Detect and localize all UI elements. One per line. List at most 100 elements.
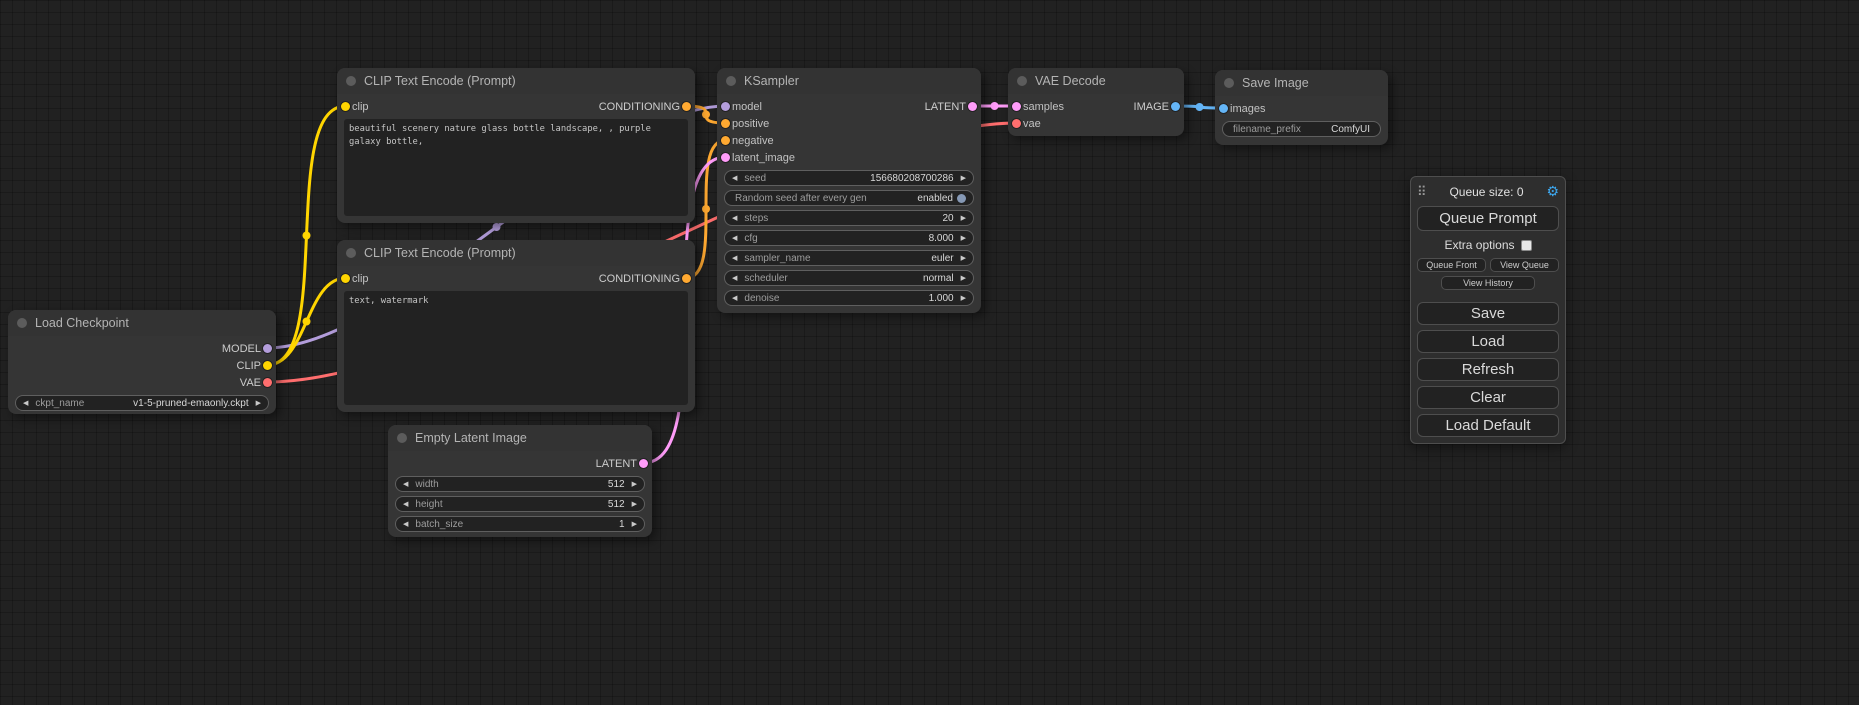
settings-gear-icon[interactable]: ⚙: [1546, 183, 1559, 200]
widget-batch-size[interactable]: ◀ batch_size 1 ▶: [395, 516, 645, 532]
input-port-samples[interactable]: [1012, 102, 1021, 111]
input-port-latent-image[interactable]: [721, 153, 730, 162]
node-ksampler[interactable]: KSampler model LATENT positive negative …: [717, 68, 981, 313]
positive-prompt-textarea[interactable]: beautiful scenery nature glass bottle la…: [344, 119, 688, 216]
node-title-bar[interactable]: VAE Decode: [1008, 68, 1184, 94]
decrement-arrow-icon[interactable]: ◀: [403, 501, 408, 508]
link-midpoint-dot: [303, 318, 311, 326]
increment-arrow-icon[interactable]: ▶: [256, 400, 261, 407]
extra-options-checkbox[interactable]: [1521, 240, 1532, 251]
negative-prompt-textarea[interactable]: text, watermark: [344, 291, 688, 405]
input-port-positive[interactable]: [721, 119, 730, 128]
widget-filename-prefix[interactable]: filename_prefix ComfyUI: [1222, 121, 1381, 137]
widget-width[interactable]: ◀ width 512 ▶: [395, 476, 645, 492]
node-title: Empty Latent Image: [415, 431, 527, 445]
widget-ckpt-name[interactable]: ◀ ckpt_name v1-5-pruned-emaonly.ckpt ▶: [15, 395, 269, 411]
link-midpoint-dot: [493, 223, 501, 231]
decrement-arrow-icon[interactable]: ◀: [732, 275, 737, 282]
widget-cfg[interactable]: ◀ cfg 8.000 ▶: [724, 230, 974, 246]
increment-arrow-icon[interactable]: ▶: [961, 275, 966, 282]
node-load-checkpoint[interactable]: Load Checkpoint MODEL CLIP VAE ◀ ckpt_na…: [8, 310, 276, 414]
decrement-arrow-icon[interactable]: ◀: [23, 400, 28, 407]
port-row: clip CONDITIONING: [337, 270, 695, 287]
widget-sampler-name[interactable]: ◀ sampler_name euler ▶: [724, 250, 974, 266]
output-port-latent[interactable]: [639, 459, 648, 468]
widget-seed[interactable]: ◀ seed 156680208700286 ▶: [724, 170, 974, 186]
increment-arrow-icon[interactable]: ▶: [961, 215, 966, 222]
increment-arrow-icon[interactable]: ▶: [632, 481, 637, 488]
increment-arrow-icon[interactable]: ▶: [961, 235, 966, 242]
decrement-arrow-icon[interactable]: ◀: [732, 255, 737, 262]
port-row: LATENT: [388, 455, 652, 472]
decrement-arrow-icon[interactable]: ◀: [732, 295, 737, 302]
output-port-model[interactable]: [263, 344, 272, 353]
input-port-clip[interactable]: [341, 102, 350, 111]
queue-buttons-row: Queue Front View Queue: [1417, 258, 1559, 272]
port-row: latent_image: [717, 149, 981, 166]
node-empty-latent-image[interactable]: Empty Latent Image LATENT ◀ width 512 ▶ …: [388, 425, 652, 537]
output-port-clip[interactable]: [263, 361, 272, 370]
node-title-bar[interactable]: CLIP Text Encode (Prompt): [337, 240, 695, 266]
increment-arrow-icon[interactable]: ▶: [632, 521, 637, 528]
port-row: model LATENT: [717, 98, 981, 115]
menu-drag-handle-icon[interactable]: ⠿: [1417, 184, 1427, 200]
collapse-dot-icon[interactable]: [397, 433, 407, 443]
decrement-arrow-icon[interactable]: ◀: [732, 215, 737, 222]
input-label-negative: negative: [732, 135, 774, 147]
node-clip-text-encode-positive[interactable]: CLIP Text Encode (Prompt) clip CONDITION…: [337, 68, 695, 223]
collapse-dot-icon[interactable]: [346, 76, 356, 86]
node-vae-decode[interactable]: VAE Decode samples IMAGE vae: [1008, 68, 1184, 136]
queue-front-button[interactable]: Queue Front: [1417, 258, 1486, 272]
collapse-dot-icon[interactable]: [1017, 76, 1027, 86]
widget-steps[interactable]: ◀ steps 20 ▶: [724, 210, 974, 226]
link-midpoint-dot: [991, 102, 999, 110]
node-title-bar[interactable]: Save Image: [1215, 70, 1388, 96]
clear-button[interactable]: Clear: [1417, 386, 1559, 409]
output-port-image[interactable]: [1171, 102, 1180, 111]
collapse-dot-icon[interactable]: [346, 248, 356, 258]
collapse-dot-icon[interactable]: [17, 318, 27, 328]
node-title-bar[interactable]: CLIP Text Encode (Prompt): [337, 68, 695, 94]
collapse-dot-icon[interactable]: [726, 76, 736, 86]
output-port-conditioning[interactable]: [682, 102, 691, 111]
collapse-dot-icon[interactable]: [1224, 78, 1234, 88]
node-title-bar[interactable]: Load Checkpoint: [8, 310, 276, 336]
graph-canvas[interactable]: Load Checkpoint MODEL CLIP VAE ◀ ckpt_na…: [0, 0, 1859, 705]
node-title-bar[interactable]: Empty Latent Image: [388, 425, 652, 451]
input-port-model[interactable]: [721, 102, 730, 111]
widget-denoise[interactable]: ◀ denoise 1.000 ▶: [724, 290, 974, 306]
decrement-arrow-icon[interactable]: ◀: [732, 175, 737, 182]
increment-arrow-icon[interactable]: ▶: [632, 501, 637, 508]
widget-name: denoise: [744, 293, 779, 304]
decrement-arrow-icon[interactable]: ◀: [732, 235, 737, 242]
link-midpoint-dot: [303, 232, 311, 240]
output-port-vae[interactable]: [263, 378, 272, 387]
load-button[interactable]: Load: [1417, 330, 1559, 353]
widget-random-seed-toggle[interactable]: Random seed after every gen enabled: [724, 190, 974, 206]
node-clip-text-encode-negative[interactable]: CLIP Text Encode (Prompt) clip CONDITION…: [337, 240, 695, 412]
input-port-images[interactable]: [1219, 104, 1228, 113]
toggle-indicator-icon[interactable]: [957, 194, 966, 203]
input-port-clip[interactable]: [341, 274, 350, 283]
load-default-button[interactable]: Load Default: [1417, 414, 1559, 437]
node-save-image[interactable]: Save Image images filename_prefix ComfyU…: [1215, 70, 1388, 145]
node-title-bar[interactable]: KSampler: [717, 68, 981, 94]
increment-arrow-icon[interactable]: ▶: [961, 255, 966, 262]
output-port-latent[interactable]: [968, 102, 977, 111]
widget-height[interactable]: ◀ height 512 ▶: [395, 496, 645, 512]
decrement-arrow-icon[interactable]: ◀: [403, 521, 408, 528]
output-port-conditioning[interactable]: [682, 274, 691, 283]
increment-arrow-icon[interactable]: ▶: [961, 295, 966, 302]
view-queue-button[interactable]: View Queue: [1490, 258, 1559, 272]
save-button[interactable]: Save: [1417, 302, 1559, 325]
input-port-vae[interactable]: [1012, 119, 1021, 128]
widget-name: scheduler: [744, 273, 787, 284]
refresh-button[interactable]: Refresh: [1417, 358, 1559, 381]
view-history-button[interactable]: View History: [1441, 276, 1535, 290]
increment-arrow-icon[interactable]: ▶: [961, 175, 966, 182]
queue-prompt-button[interactable]: Queue Prompt: [1417, 206, 1559, 231]
decrement-arrow-icon[interactable]: ◀: [403, 481, 408, 488]
input-port-negative[interactable]: [721, 136, 730, 145]
widget-scheduler[interactable]: ◀ scheduler normal ▶: [724, 270, 974, 286]
widget-name: Random seed after every gen: [735, 193, 867, 204]
